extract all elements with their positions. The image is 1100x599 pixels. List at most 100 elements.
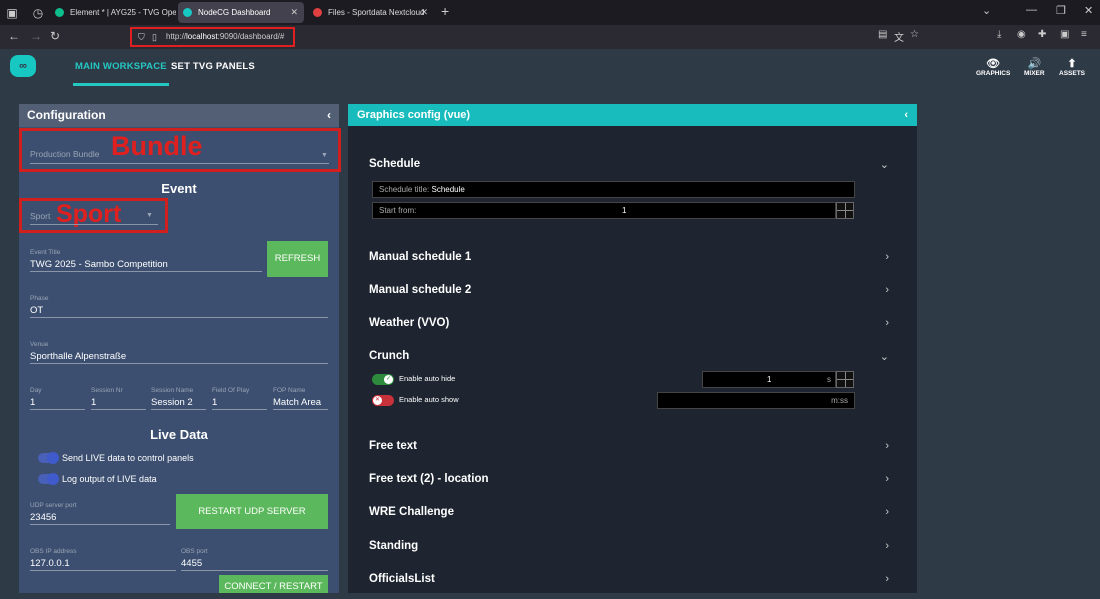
restart-udp-button[interactable]: RESTART UDP SERVER (176, 494, 328, 529)
obs-ip-label: OBS IP address (30, 548, 77, 555)
translate-icon[interactable]: 文 (894, 29, 904, 44)
history-icon[interactable]: ◷ (30, 5, 46, 21)
dropdown-caret-icon[interactable]: ▼ (321, 152, 328, 159)
bookmark-star-icon[interactable]: ☆ (910, 29, 919, 40)
mixer-label: MIXER (1024, 70, 1045, 77)
browser-tab-nodecg[interactable]: NodeCG Dashboard ✕ (178, 2, 304, 23)
chevron-right-icon: › (885, 284, 889, 296)
graphics-label: GRAPHICS (976, 70, 1011, 77)
accordion-title: Standing (369, 540, 419, 552)
udp-port-input[interactable]: 23456 (30, 512, 56, 523)
close-tab-icon[interactable]: ✕ (290, 2, 298, 23)
element-favicon-icon (55, 8, 64, 17)
venue-label: Venue (30, 341, 49, 348)
extensions-icon[interactable]: ✚ (1038, 29, 1046, 40)
accordion-title: Manual schedule 2 (369, 284, 472, 296)
accordion-manual-schedule-1[interactable]: Manual schedule 1 › (369, 251, 889, 263)
accordion-crunch[interactable]: Crunch ⌄ (369, 350, 889, 363)
back-icon[interactable]: ← (8, 29, 20, 43)
panel-title: Graphics config (vue) (357, 109, 471, 121)
accordion-wre-challenge[interactable]: WRE Challenge › (369, 506, 889, 518)
event-title-input[interactable]: TWG 2025 - Sambo Competition (30, 259, 168, 270)
page-scrollbar[interactable] (1092, 49, 1100, 593)
phase-input[interactable]: OT (30, 305, 43, 316)
field-of-play-input[interactable]: 1 (212, 397, 217, 408)
obs-port-input[interactable]: 4455 (181, 558, 202, 569)
url-host: localhost (186, 32, 218, 41)
browser-tab-element[interactable]: Element * | AYG25 - TVG Opera (50, 2, 176, 23)
accordion-manual-schedule-2[interactable]: Manual schedule 2 › (369, 284, 889, 296)
collapse-chevron-icon[interactable]: ‹ (327, 104, 331, 127)
fop-name-input[interactable]: Match Area (273, 397, 321, 408)
start-from-input[interactable]: Start from: 1 (372, 202, 836, 219)
close-window-icon[interactable]: ✕ (1084, 4, 1093, 17)
accordion-standing[interactable]: Standing › (369, 540, 889, 552)
accordion-free-text-2[interactable]: Free text (2) - location › (369, 473, 889, 485)
accordion-title: Free text (2) - location (369, 473, 489, 485)
obs-ip-input[interactable]: 127.0.0.1 (30, 558, 70, 569)
auto-hide-stepper[interactable] (836, 371, 854, 388)
field-underline (30, 271, 262, 272)
check-icon: ✓ (384, 375, 393, 384)
reload-icon[interactable]: ↻ (50, 29, 60, 43)
connect-restart-button[interactable]: CONNECT / RESTART (219, 575, 328, 593)
account-icon[interactable]: ◉ (1017, 29, 1026, 40)
accordion-officials-list[interactable]: OfficialsList › (369, 573, 889, 585)
close-tab-icon[interactable]: ✕ (420, 2, 428, 23)
log-live-toggle[interactable] (38, 473, 59, 485)
page-icon: ▯ (152, 32, 157, 42)
auto-hide-switch[interactable]: ✓ (372, 374, 394, 385)
assets-button[interactable]: ⬆ ASSETS (1059, 58, 1085, 77)
input-unit: s (827, 375, 831, 384)
tab-main-workspace[interactable]: MAIN WORKSPACE (73, 61, 169, 86)
live-data-heading: Live Data (150, 427, 208, 442)
forward-icon[interactable]: → (30, 29, 42, 43)
select-underline (30, 163, 329, 164)
accordion-title: Crunch (369, 350, 410, 362)
auto-hide-input[interactable]: 1 s (702, 371, 836, 388)
minimize-icon[interactable]: — (1026, 4, 1037, 16)
field-underline (30, 524, 170, 525)
send-live-label: Send LIVE data to control panels (62, 453, 194, 463)
obs-port-label: OBS port (181, 548, 208, 555)
auto-show-switch[interactable]: ✕ (372, 395, 394, 406)
field-underline (91, 409, 146, 410)
x-icon: ✕ (373, 396, 382, 405)
address-bar[interactable]: ⛉ ▯ http://localhost:9090/dashboard/# (130, 27, 295, 47)
session-name-input[interactable]: Session 2 (151, 397, 193, 408)
accordion-title: WRE Challenge (369, 506, 454, 518)
collapse-chevron-icon[interactable]: ‹ (904, 104, 908, 126)
start-from-stepper[interactable] (836, 202, 854, 219)
nodecg-logo-icon: ∞ (10, 55, 36, 77)
day-input[interactable]: 1 (30, 397, 35, 408)
browser-menu-icon[interactable]: ▣ (4, 5, 20, 21)
field-underline (181, 570, 328, 571)
session-name-label: Session Name (151, 387, 194, 394)
production-bundle-select[interactable]: Production Bundle (30, 149, 99, 159)
venue-input[interactable]: Sporthalle Alpenstraße (30, 351, 126, 362)
refresh-button[interactable]: REFRESH (267, 241, 328, 277)
menu-icon[interactable]: ≡ (1081, 29, 1087, 40)
graphics-button[interactable]: 👁 GRAPHICS (976, 58, 1010, 77)
field-underline (273, 409, 328, 410)
maximize-icon[interactable]: ❐ (1056, 4, 1066, 17)
tab-set-tvg-panels[interactable]: SET TVG PANELS (171, 61, 255, 72)
nextcloud-favicon-icon (313, 8, 322, 17)
accordion-weather[interactable]: Weather (VVO) › (369, 317, 889, 329)
auto-show-input[interactable]: m:ss (657, 392, 855, 409)
send-live-toggle[interactable] (38, 452, 59, 464)
accordion-schedule[interactable]: Schedule ⌄ (369, 158, 889, 171)
extension-badge-icon[interactable]: ▣ (1060, 29, 1069, 40)
mixer-button[interactable]: 🔊 MIXER (1024, 58, 1045, 77)
accordion-free-text[interactable]: Free text › (369, 440, 889, 452)
new-tab-icon[interactable]: + (441, 3, 449, 19)
reader-view-icon[interactable]: ▤ (878, 29, 887, 40)
schedule-title-input[interactable]: Schedule title: Schedule (372, 181, 855, 198)
field-underline (151, 409, 206, 410)
dropdown-caret-icon[interactable]: ▼ (146, 212, 153, 219)
sport-select[interactable]: Sport (30, 211, 50, 221)
session-nr-input[interactable]: 1 (91, 397, 96, 408)
download-icon[interactable]: ⤓ (997, 29, 1001, 40)
tab-list-chevron-icon[interactable]: ⌄ (982, 4, 991, 17)
browser-tab-nextcloud[interactable]: Files - Sportdata Nextcloud ✕ (308, 2, 434, 23)
